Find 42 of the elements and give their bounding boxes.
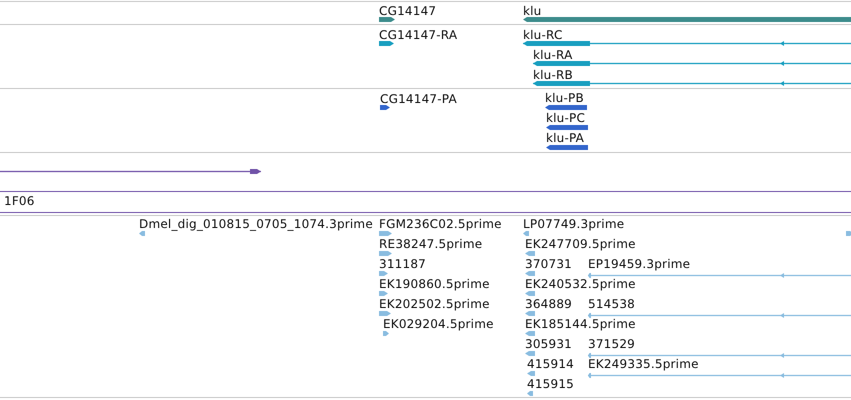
feature-label: klu-RA bbox=[533, 48, 572, 62]
feature-label: klu-RC bbox=[523, 28, 563, 42]
feature-span[interactable] bbox=[0, 191, 851, 213]
feature-arrow-icon[interactable] bbox=[379, 41, 394, 46]
feature-arrow-icon[interactable] bbox=[545, 105, 587, 110]
feature-label: RE38247.5prime bbox=[379, 237, 482, 251]
transcript-drawing[interactable] bbox=[523, 41, 851, 46]
feature-label: 415914 bbox=[527, 357, 574, 371]
feature-label: LP07749.3prime bbox=[523, 217, 624, 231]
feature-label: 370731 bbox=[525, 257, 572, 271]
feature-arrow-icon[interactable] bbox=[380, 105, 390, 110]
feature-label: CG14147-PA bbox=[380, 92, 457, 106]
feature-label: FGM236C02.5prime bbox=[379, 217, 502, 231]
transcript-drawing[interactable] bbox=[533, 61, 851, 66]
feature-arrow-icon[interactable] bbox=[546, 125, 588, 130]
feature-label: EK185144.5prime bbox=[525, 317, 636, 331]
feature-label: klu-PA bbox=[546, 131, 584, 145]
feature-label: CG14147-RA bbox=[379, 28, 458, 42]
feature-label: klu bbox=[523, 4, 542, 18]
feature-label: 311187 bbox=[379, 257, 426, 271]
feature-label: EP19459.3prime bbox=[588, 257, 690, 271]
feature-label: Dmel_dig_010815_0705_1074.3prime bbox=[139, 217, 373, 231]
feature-label: 415915 bbox=[527, 377, 574, 391]
feature-label: EK029204.5prime bbox=[383, 317, 494, 331]
transcript-drawing[interactable] bbox=[533, 81, 851, 86]
feature-label: 305931 bbox=[525, 337, 572, 351]
feature-arrow-icon[interactable] bbox=[546, 145, 588, 150]
transcript-drawing[interactable] bbox=[0, 169, 261, 174]
feature-label: klu-PC bbox=[546, 111, 586, 125]
feature-label: EK190860.5prime bbox=[379, 277, 490, 291]
feature-arrow-icon[interactable] bbox=[379, 17, 395, 22]
feature-label: 371529 bbox=[588, 337, 636, 351]
feature-label: CG14147 bbox=[379, 4, 436, 18]
feature-label: EK247709.5prime bbox=[525, 237, 636, 251]
feature-label: 1F06 bbox=[4, 194, 35, 208]
feature-label: 514538 bbox=[588, 297, 636, 311]
feature-label: klu-PB bbox=[545, 91, 584, 105]
feature-label: EK202502.5prime bbox=[379, 297, 490, 311]
feature-label: EK240532.5prime bbox=[525, 277, 636, 291]
feature-label: 364889 bbox=[525, 297, 572, 311]
feature-label: EK249335.5prime bbox=[588, 357, 699, 371]
feature-label: klu-RB bbox=[533, 68, 573, 82]
